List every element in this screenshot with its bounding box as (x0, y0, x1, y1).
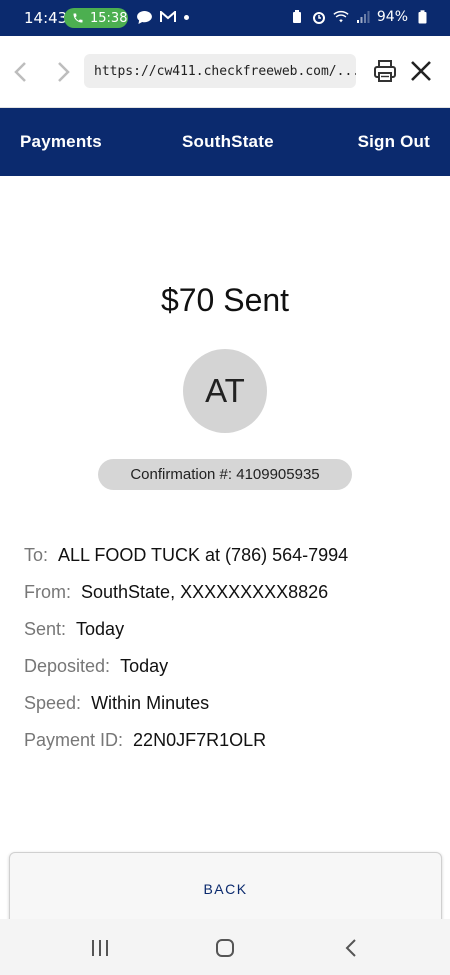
detail-label: Sent: (24, 619, 67, 639)
detail-row-payment-id: Payment ID: 22N0JF7R1OLR (24, 722, 434, 759)
battery-saver-icon (289, 10, 305, 24)
recents-icon[interactable] (88, 936, 112, 960)
detail-value: Today (76, 619, 125, 639)
nav-payments-link[interactable]: Payments (20, 132, 102, 152)
url-bar[interactable]: https://cw411.checkfreeweb.com/... (84, 54, 356, 88)
status-time: 14:43 (24, 9, 68, 27)
confirmation-badge: Confirmation #: 4109905935 (98, 459, 352, 490)
detail-label: Deposited: (24, 656, 111, 676)
signal-icon (355, 10, 371, 24)
system-back-icon[interactable] (340, 936, 364, 960)
phone-icon (73, 13, 83, 23)
detail-value: Within Minutes (91, 693, 210, 713)
sign-out-link[interactable]: Sign Out (358, 132, 430, 152)
call-timer: 15:38 (90, 10, 128, 26)
detail-row-to: To: ALL FOOD TUCK at (786) 564-7994 (24, 537, 434, 574)
detail-label: Speed: (24, 693, 82, 713)
battery-percent: 94% (376, 9, 408, 25)
detail-row-sent: Sent: Today (24, 611, 434, 648)
detail-row-from: From: SouthState, XXXXXXXXX8826 (24, 574, 434, 611)
app-header: Payments SouthState Sign Out (0, 108, 450, 176)
payment-details: To: ALL FOOD TUCK at (786) 564-7994 From… (24, 537, 434, 759)
recipient-avatar: AT (183, 349, 267, 433)
detail-row-deposited: Deposited: Today (24, 648, 434, 685)
alarm-icon (311, 10, 327, 24)
notification-dot-icon (184, 14, 189, 20)
back-button[interactable]: BACK (9, 852, 442, 926)
payment-status-title: $70 Sent (160, 282, 290, 318)
back-arrow-icon[interactable] (10, 58, 32, 86)
chat-icon (136, 10, 152, 24)
confirmation-number: Confirmation #: 4109905935 (130, 466, 320, 483)
battery-icon (414, 10, 430, 24)
close-icon[interactable] (408, 58, 434, 84)
call-chip[interactable]: 15:38 (64, 8, 128, 28)
bank-name[interactable]: SouthState (182, 132, 274, 152)
gmail-icon (160, 10, 176, 24)
browser-toolbar: https://cw411.checkfreeweb.com/... (0, 36, 450, 108)
print-icon[interactable] (372, 58, 398, 84)
detail-row-speed: Speed: Within Minutes (24, 685, 434, 722)
status-bar: 14:43 15:38 94% (0, 0, 450, 36)
home-icon[interactable] (213, 936, 237, 960)
system-nav-bar (0, 919, 450, 975)
detail-label: From: (24, 582, 71, 602)
forward-arrow-icon[interactable] (52, 58, 74, 86)
detail-value: Today (120, 656, 169, 676)
wifi-icon (333, 10, 349, 24)
avatar-initials: AT (205, 372, 245, 409)
detail-value: SouthState, XXXXXXXXX8826 (81, 582, 329, 602)
detail-label: To: (24, 545, 49, 565)
detail-value: 22N0JF7R1OLR (133, 730, 267, 750)
detail-label: Payment ID: (24, 730, 124, 750)
detail-value: ALL FOOD TUCK at (786) 564-7994 (58, 545, 349, 565)
